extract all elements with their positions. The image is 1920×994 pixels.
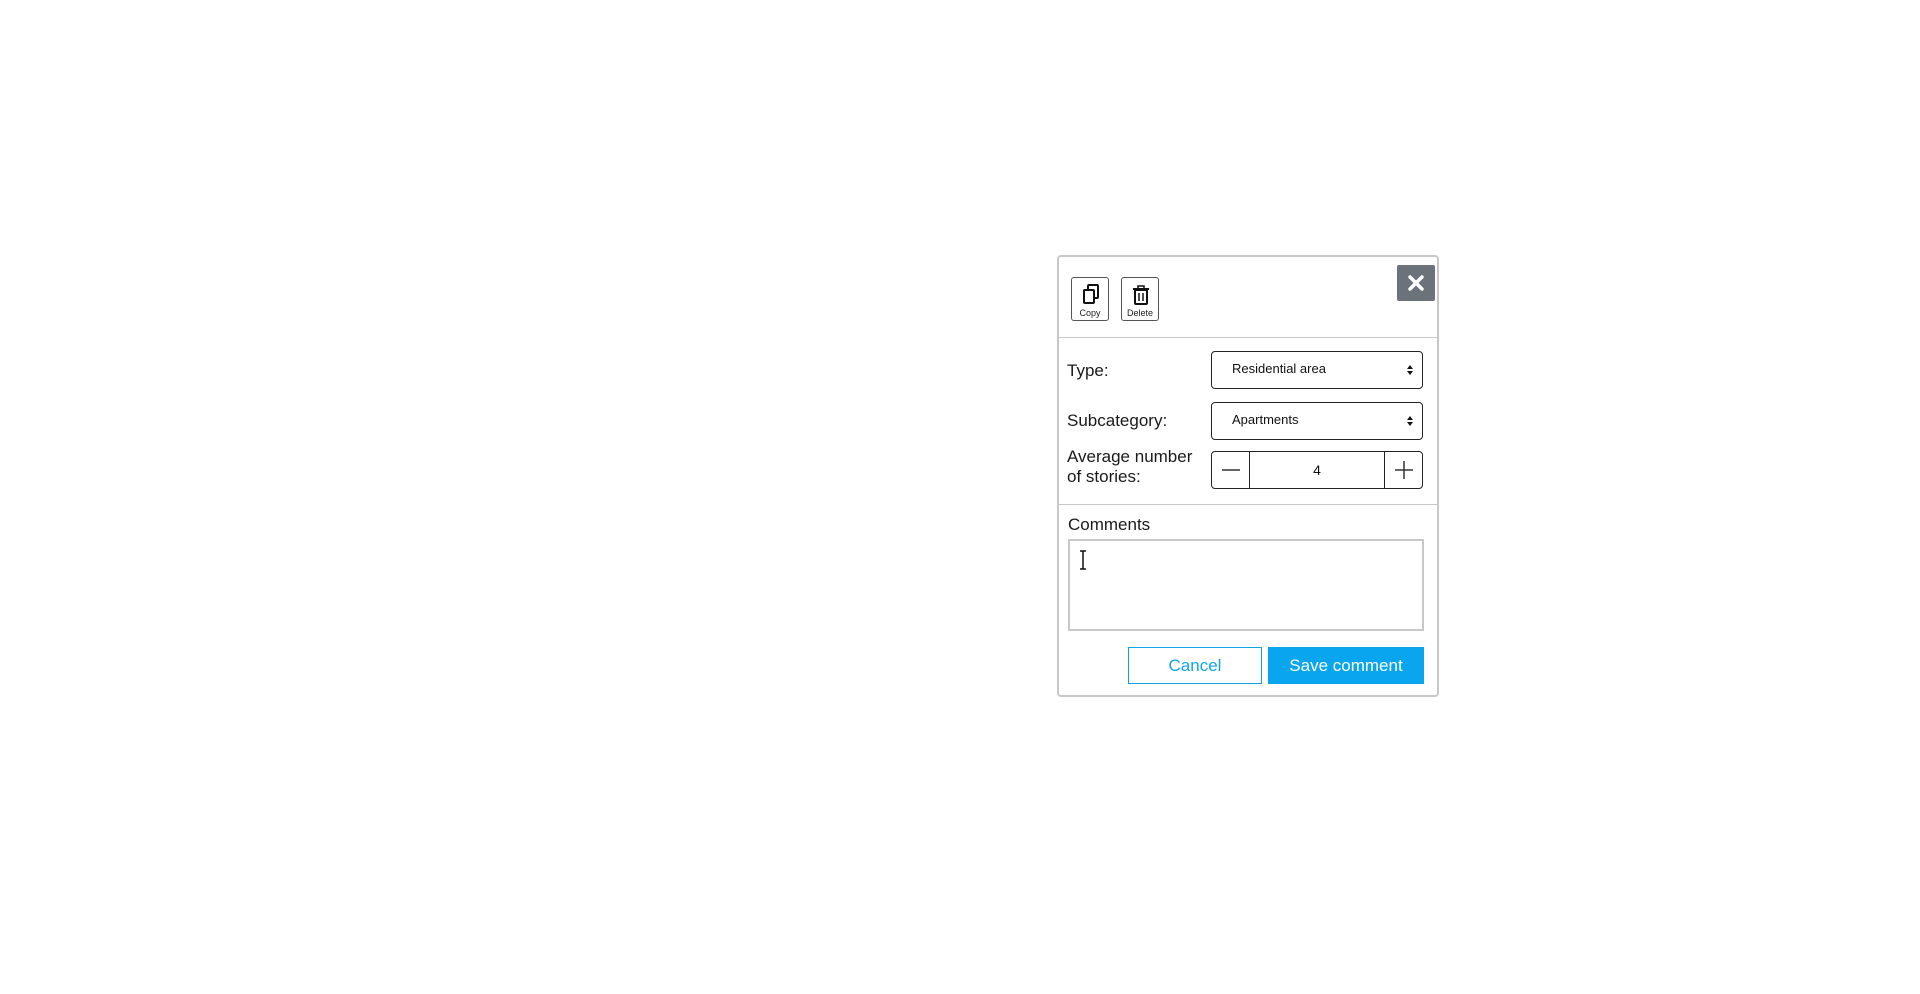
stories-label-line2: of stories: (1067, 467, 1141, 486)
subcategory-select-value: Apartments (1232, 412, 1299, 427)
section-divider (1059, 504, 1437, 505)
increment-button[interactable] (1384, 452, 1422, 488)
delete-button[interactable]: Delete (1121, 277, 1159, 321)
copy-icon (1083, 284, 1099, 304)
subcategory-label: Subcategory: (1067, 411, 1168, 430)
close-icon (1408, 275, 1424, 291)
stories-label: Average number of stories: (1067, 447, 1192, 487)
comments-textarea[interactable] (1068, 539, 1424, 631)
type-select[interactable]: Residential area (1211, 351, 1423, 389)
panel-toolbar: Copy Delete (1059, 257, 1437, 338)
subcategory-select[interactable]: Apartments (1211, 402, 1423, 440)
stories-stepper[interactable]: 4 (1211, 451, 1423, 489)
minus-icon (1222, 469, 1240, 471)
text-cursor-icon (1080, 550, 1086, 570)
save-comment-button[interactable]: Save comment (1268, 647, 1424, 684)
copy-button[interactable]: Copy (1071, 277, 1109, 321)
decrement-button[interactable] (1212, 452, 1250, 488)
stories-value[interactable]: 4 (1250, 462, 1384, 478)
stories-label-line1: Average number (1067, 447, 1193, 466)
plus-icon (1395, 461, 1413, 479)
select-arrows-icon (1407, 365, 1413, 375)
close-button[interactable] (1397, 265, 1435, 301)
copy-label: Copy (1079, 308, 1101, 318)
feature-editor-panel: Copy Delete Type: Residential area Subca… (1057, 255, 1439, 697)
delete-label: Delete (1126, 308, 1153, 318)
type-select-value: Residential area (1232, 361, 1326, 376)
comments-label: Comments (1068, 515, 1151, 534)
cancel-button[interactable]: Cancel (1128, 647, 1262, 684)
select-arrows-icon (1407, 416, 1413, 426)
trash-icon (1133, 285, 1149, 305)
type-label: Type: (1067, 361, 1109, 380)
